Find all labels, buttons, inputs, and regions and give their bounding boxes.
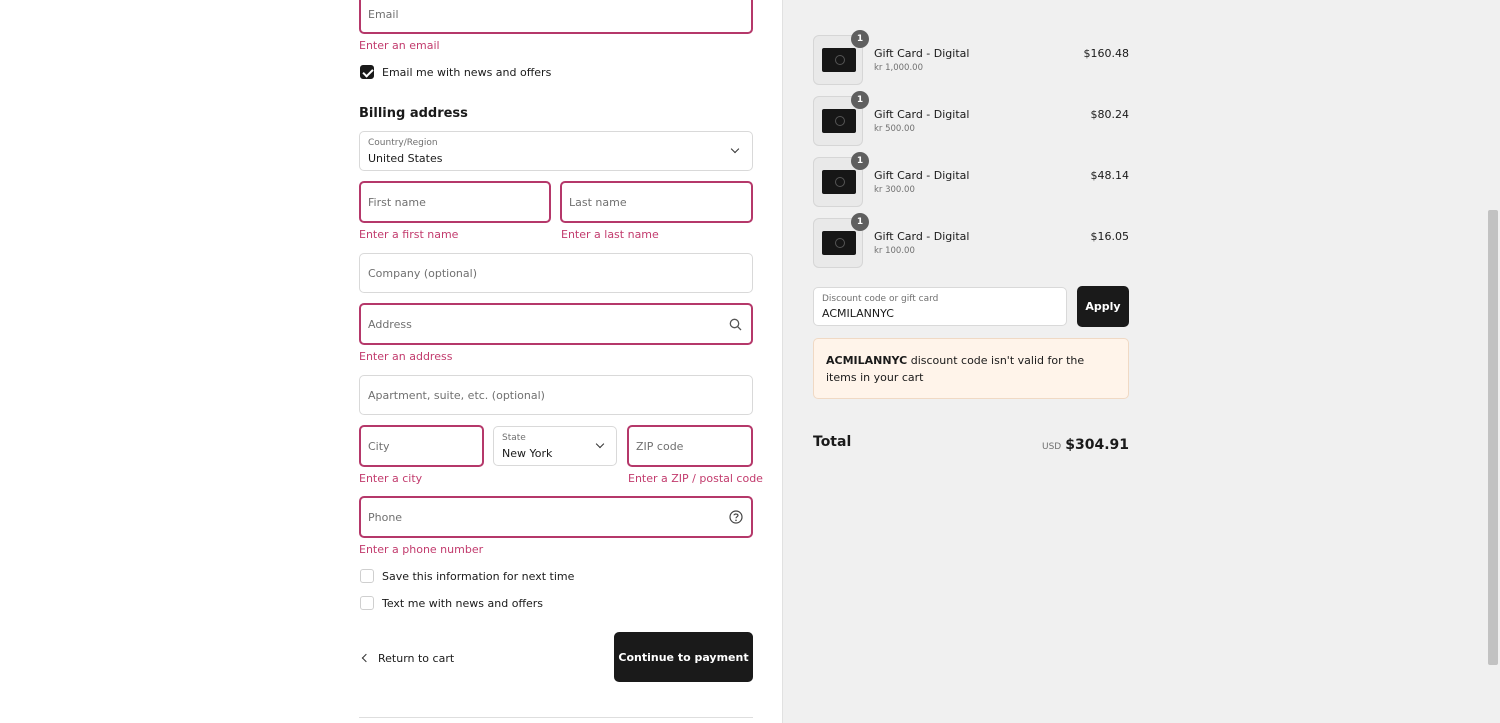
total-label: Total [813, 434, 852, 450]
item-variant: kr 100.00 [874, 246, 915, 256]
city-field[interactable]: City [359, 425, 484, 467]
currency-code: USD [1042, 442, 1062, 452]
country-select[interactable]: Country/Region United States [359, 131, 753, 171]
zip-placeholder: ZIP code [636, 440, 684, 453]
item-variant: kr 1,000.00 [874, 63, 923, 73]
discount-label: Discount code or gift card [822, 294, 939, 304]
order-summary-panel: 1 Gift Card - Digital kr 1,000.00 $160.4… [782, 0, 1500, 723]
quantity-badge: 1 [851, 91, 869, 109]
discount-error-banner: ACMILANNYC discount code isn't valid for… [813, 338, 1129, 399]
discount-value: ACMILANNYC [822, 307, 894, 320]
chevron-left-icon [361, 653, 371, 663]
company-field[interactable]: Company (optional) [359, 253, 753, 293]
email-news-checkbox[interactable] [360, 65, 374, 79]
first-name-placeholder: First name [368, 196, 426, 209]
item-price: $16.05 [1090, 230, 1130, 243]
apartment-field[interactable]: Apartment, suite, etc. (optional) [359, 375, 753, 415]
return-to-cart-label: Return to cart [378, 651, 455, 665]
footer-divider [359, 717, 753, 718]
city-error: Enter a city [359, 472, 423, 485]
apply-button[interactable]: Apply [1077, 286, 1129, 327]
text-news-checkbox[interactable] [360, 596, 374, 610]
zip-error: Enter a ZIP / postal code [628, 472, 763, 485]
phone-error: Enter a phone number [359, 543, 484, 556]
checkout-form-panel: Email Enter an email Email me with news … [0, 0, 782, 723]
state-label: State [502, 433, 526, 443]
address-placeholder: Address [368, 318, 412, 331]
apartment-placeholder: Apartment, suite, etc. (optional) [368, 389, 545, 402]
item-variant: kr 300.00 [874, 185, 915, 195]
item-price: $160.48 [1083, 47, 1130, 60]
save-info-label: Save this information for next time [382, 570, 575, 583]
chevron-down-icon [730, 144, 740, 154]
help-icon[interactable] [729, 510, 743, 524]
total-amount: USD $304.91 [979, 434, 1129, 453]
address-field[interactable]: Address [359, 303, 753, 345]
discount-code-field[interactable]: Discount code or gift card ACMILANNYC [813, 287, 1067, 326]
return-to-cart-link[interactable]: Return to cart [360, 650, 454, 666]
email-error: Enter an email [359, 39, 440, 52]
last-name-error: Enter a last name [561, 228, 659, 241]
last-name-field[interactable]: Last name [560, 181, 753, 223]
item-name: Gift Card - Digital [874, 230, 970, 243]
company-placeholder: Company (optional) [368, 267, 477, 280]
chevron-down-icon [595, 439, 605, 449]
state-value: New York [502, 447, 553, 460]
search-icon [729, 318, 742, 331]
state-select[interactable]: State New York [493, 426, 617, 466]
page-scrollbar[interactable] [1488, 210, 1498, 665]
address-error: Enter an address [359, 350, 453, 363]
email-placeholder: Email [368, 8, 399, 21]
item-price: $80.24 [1090, 108, 1130, 121]
billing-heading: Billing address [359, 106, 468, 121]
first-name-error: Enter a first name [359, 228, 459, 241]
item-variant: kr 500.00 [874, 124, 915, 134]
quantity-badge: 1 [851, 30, 869, 48]
zip-field[interactable]: ZIP code [627, 425, 753, 467]
item-name: Gift Card - Digital [874, 108, 970, 121]
item-price: $48.14 [1090, 169, 1130, 182]
discount-error-code: ACMILANNYC [826, 354, 908, 367]
item-name: Gift Card - Digital [874, 169, 970, 182]
phone-placeholder: Phone [368, 511, 403, 524]
country-label: Country/Region [368, 138, 438, 148]
save-info-checkbox[interactable] [360, 569, 374, 583]
country-value: United States [368, 152, 443, 165]
phone-field[interactable]: Phone [359, 496, 753, 538]
last-name-placeholder: Last name [569, 196, 627, 209]
total-value: $304.91 [1065, 437, 1129, 453]
email-field[interactable]: Email [359, 0, 753, 34]
email-news-label: Email me with news and offers [382, 66, 552, 79]
quantity-badge: 1 [851, 152, 869, 170]
continue-to-payment-button[interactable]: Continue to payment [614, 632, 753, 682]
quantity-badge: 1 [851, 213, 869, 231]
first-name-field[interactable]: First name [359, 181, 551, 223]
item-name: Gift Card - Digital [874, 47, 970, 60]
text-news-label: Text me with news and offers [382, 597, 544, 610]
city-placeholder: City [368, 440, 390, 453]
